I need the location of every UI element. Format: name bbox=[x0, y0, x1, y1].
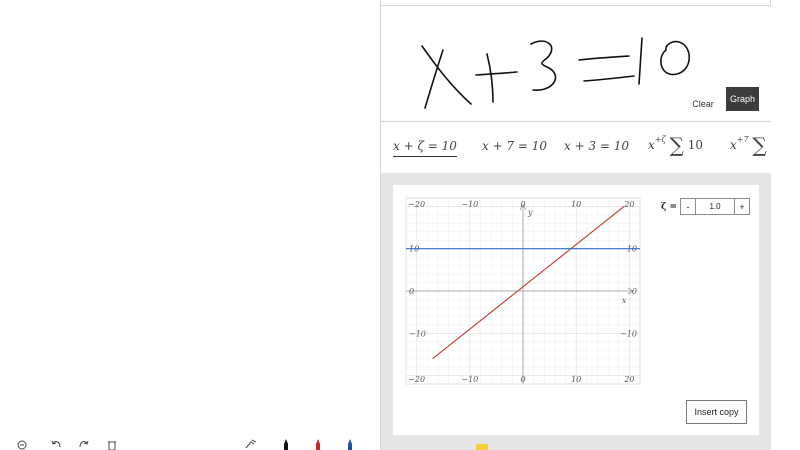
app-root: Clear Graph x + ζ = 10 x + 7 = 10 x + 3 … bbox=[0, 0, 800, 450]
suggestion-4-tail: 10 bbox=[687, 138, 704, 152]
x-tick-label-bottom: −20 bbox=[408, 375, 425, 384]
drawing-canvas[interactable] bbox=[0, 0, 380, 450]
redo-icon[interactable] bbox=[78, 438, 90, 450]
parameter-label: ζ = bbox=[661, 201, 678, 212]
pen-blue-icon[interactable] bbox=[346, 438, 354, 450]
suggestion-2[interactable]: x + 7 = 10 bbox=[482, 139, 547, 153]
graph-card: −20 −20 −10 −10 0 0 10 10 20 20 −10 −10 0 0 10 10 x y ζ =… bbox=[393, 185, 759, 435]
touch-writing-icon[interactable] bbox=[244, 438, 258, 450]
delete-icon[interactable] bbox=[106, 438, 118, 450]
highlighter-yellow-icon[interactable] bbox=[474, 438, 490, 450]
clear-button[interactable]: Clear bbox=[685, 92, 721, 116]
suggestion-4[interactable]: x+ζ ∑ 10 bbox=[648, 133, 703, 157]
suggestion-2-text: x + 7 = 10 bbox=[482, 139, 548, 153]
suggestion-4-sup: +ζ bbox=[654, 135, 666, 144]
suggestion-3-text: x + 3 = 10 bbox=[564, 139, 630, 153]
y-tick-label-left: −10 bbox=[409, 329, 426, 338]
parameter-value-field[interactable]: 1.0 bbox=[696, 198, 735, 215]
suggestion-5-sup: +7 bbox=[736, 135, 749, 144]
y-tick-label-left: 0 bbox=[409, 287, 414, 296]
x-axis-label: x bbox=[622, 296, 627, 305]
pen-black-icon[interactable] bbox=[282, 438, 290, 450]
x-tick-label-bottom: 10 bbox=[571, 375, 581, 384]
math-panel: Clear Graph x + ζ = 10 x + 7 = 10 x + 3 … bbox=[380, 0, 771, 450]
y-tick-label-right: −10 bbox=[620, 329, 637, 338]
sigma-icon: ∑ bbox=[752, 133, 767, 157]
x-tick-label-top: 10 bbox=[571, 200, 581, 209]
graph-button[interactable]: Graph bbox=[726, 87, 759, 111]
bottom-toolbar bbox=[0, 438, 800, 450]
suggestion-1-text: x + ζ = 10 bbox=[393, 139, 457, 153]
ink-input-area[interactable]: Clear Graph bbox=[381, 5, 771, 121]
y-tick-label-right: 0 bbox=[632, 287, 637, 296]
suggestion-5[interactable]: x+7 ∑ bbox=[730, 133, 767, 157]
x-tick-label-bottom: −10 bbox=[461, 375, 478, 384]
suggestion-5-base: x bbox=[730, 138, 737, 152]
x-tick-label-top: −20 bbox=[408, 200, 425, 209]
graph-section: −20 −20 −10 −10 0 0 10 10 20 20 −10 −10 0 0 10 10 x y ζ =… bbox=[381, 173, 771, 450]
zoom-out-icon[interactable] bbox=[16, 438, 28, 450]
pen-red-icon[interactable] bbox=[314, 438, 322, 450]
x-tick-label-top: −10 bbox=[461, 200, 478, 209]
x-tick-label-bottom: 20 bbox=[623, 375, 634, 384]
sigma-icon: ∑ bbox=[669, 133, 684, 157]
function-graph[interactable]: −20−20−10−100010102020−10 −100 010 10xy bbox=[403, 195, 643, 389]
y-axis-label: y bbox=[527, 208, 533, 217]
x-tick-label-bottom: 0 bbox=[520, 375, 525, 384]
suggestion-3[interactable]: x + 3 = 10 bbox=[564, 139, 629, 153]
undo-icon[interactable] bbox=[50, 438, 62, 450]
x-tick-label-top: 0 bbox=[520, 200, 525, 209]
decrement-button[interactable]: - bbox=[680, 198, 697, 215]
insert-copy-button[interactable]: Insert copy bbox=[686, 400, 747, 424]
suggestion-1[interactable]: x + ζ = 10 bbox=[393, 139, 457, 157]
recognition-suggestions: x + ζ = 10 x + 7 = 10 x + 3 = 10 x+ζ ∑ 1… bbox=[381, 121, 771, 173]
increment-button[interactable]: + bbox=[734, 198, 751, 215]
parameter-control: ζ = - 1.0 + bbox=[661, 198, 751, 215]
suggestion-4-base: x bbox=[648, 138, 655, 152]
x-tick-label-top: 20 bbox=[623, 200, 634, 209]
